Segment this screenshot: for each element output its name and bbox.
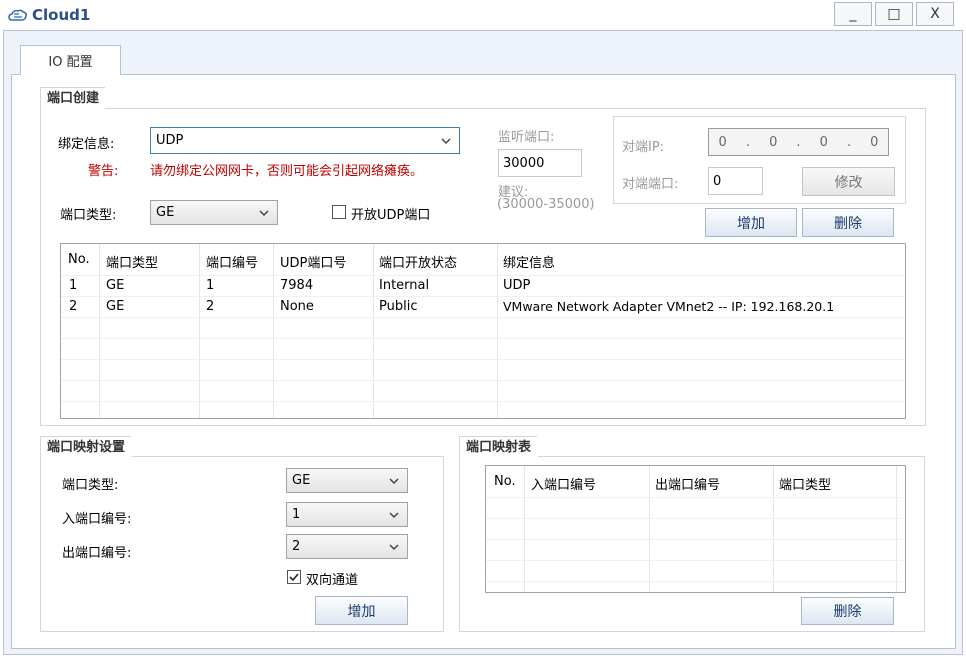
table-cell[interactable]: GE: [106, 299, 124, 314]
port-mapping-title: 端口映射设置: [40, 436, 144, 458]
restore-icon: □: [887, 6, 901, 22]
mapping-table-title: 端口映射表: [459, 436, 550, 458]
title-bar: [0, 0, 966, 30]
out-port-select[interactable]: 2: [286, 534, 408, 559]
out-port-label: 出端口编号:: [62, 546, 132, 561]
warning-text: 请勿绑定公网网卡，否则可能会引起网络瘫痪。: [150, 164, 424, 179]
table-cell[interactable]: Public: [379, 299, 417, 314]
table-header[interactable]: 端口编号: [206, 252, 258, 271]
cloud-app-icon: [8, 9, 27, 21]
peer-ip-label: 对端IP:: [622, 140, 665, 155]
table-header[interactable]: 绑定信息: [503, 252, 555, 271]
window-title: Cloud1: [32, 6, 91, 24]
table-header[interactable]: No.: [494, 474, 516, 489]
bidirectional-checkbox[interactable]: [287, 570, 301, 584]
out-port-value: 2: [292, 539, 301, 554]
chevron-down-icon: [389, 543, 399, 550]
chevron-down-icon: [441, 137, 451, 144]
table-header[interactable]: 端口类型: [106, 252, 158, 271]
table-cell[interactable]: None: [280, 299, 314, 314]
minimize-button[interactable]: _: [834, 2, 872, 26]
ip-octet-2: 0: [769, 134, 778, 150]
table-cell[interactable]: 1: [206, 278, 214, 293]
bidirectional-label: 双向通道: [306, 573, 359, 588]
table-cell[interactable]: VMware Network Adapter VMnet2 -- IP: 192…: [503, 299, 834, 314]
close-icon: X: [930, 6, 940, 22]
bind-info-label: 绑定信息:: [58, 137, 115, 152]
suggest-range: (30000-35000): [497, 197, 595, 212]
warning-label: 警告:: [88, 164, 119, 179]
ip-octet-4: 0: [870, 134, 879, 150]
table-cell[interactable]: 7984: [280, 278, 313, 293]
listen-port-input[interactable]: 30000: [498, 149, 582, 177]
table-cell[interactable]: 2: [69, 299, 77, 314]
modify-button[interactable]: 修改: [802, 167, 895, 196]
delete-port-button[interactable]: 删除: [802, 208, 894, 237]
in-port-value: 1: [292, 507, 301, 522]
in-port-select[interactable]: 1: [286, 502, 408, 527]
chevron-down-icon: [389, 477, 399, 484]
port-type-value: GE: [156, 205, 175, 220]
port-create-title: 端口创建: [40, 87, 118, 109]
peer-ip-input[interactable]: 0. 0. 0. 0: [708, 128, 889, 156]
mapping-table: No. 入端口编号 出端口编号 端口类型: [485, 465, 906, 593]
checkmark-icon: [289, 573, 299, 582]
open-udp-checkbox[interactable]: [332, 205, 346, 219]
table-header[interactable]: 端口开放状态: [379, 252, 457, 271]
add-port-button[interactable]: 增加: [705, 208, 797, 237]
table-header[interactable]: 出端口编号: [655, 474, 720, 493]
table-cell[interactable]: Internal: [379, 278, 429, 293]
bind-info-value: UDP: [156, 133, 184, 148]
close-button[interactable]: X: [916, 2, 954, 26]
chevron-down-icon: [389, 511, 399, 518]
table-cell[interactable]: 2: [206, 299, 214, 314]
chevron-down-icon: [259, 209, 269, 216]
restore-button[interactable]: □: [875, 2, 913, 26]
table-cell[interactable]: 1: [69, 278, 77, 293]
port-type-label: 端口类型:: [60, 208, 117, 223]
port-type-select[interactable]: GE: [150, 200, 278, 225]
in-port-label: 入端口编号:: [62, 512, 132, 527]
delete-mapping-button[interactable]: 删除: [801, 597, 894, 625]
table-header[interactable]: UDP端口号: [280, 252, 346, 271]
map-port-type-select[interactable]: GE: [286, 468, 408, 493]
bind-info-select[interactable]: UDP: [150, 127, 460, 154]
table-cell[interactable]: UDP: [503, 278, 530, 293]
table-header[interactable]: 端口类型: [779, 474, 831, 493]
ip-octet-3: 0: [819, 134, 828, 150]
peer-port-value: 0: [713, 173, 722, 189]
open-udp-label: 开放UDP端口: [351, 208, 431, 223]
tab-label: IO 配置: [48, 55, 93, 70]
peer-port-label: 对端端口:: [622, 177, 679, 192]
port-table: No. 端口类型 端口编号 UDP端口号 端口开放状态 绑定信息 1 GE 1 …: [60, 243, 906, 419]
map-port-type-label: 端口类型:: [62, 478, 119, 493]
map-port-type-value: GE: [292, 473, 311, 488]
add-mapping-button[interactable]: 增加: [315, 596, 408, 625]
table-cell[interactable]: GE: [106, 278, 124, 293]
minimize-icon: _: [849, 6, 857, 22]
ip-octet-1: 0: [718, 134, 727, 150]
peer-port-input[interactable]: 0: [708, 167, 763, 195]
table-header[interactable]: 入端口编号: [531, 474, 596, 493]
tab-io-config[interactable]: IO 配置: [20, 45, 121, 75]
table-header[interactable]: No.: [68, 252, 90, 267]
listen-port-label: 监听端口:: [498, 130, 555, 145]
listen-port-value: 30000: [503, 155, 545, 171]
